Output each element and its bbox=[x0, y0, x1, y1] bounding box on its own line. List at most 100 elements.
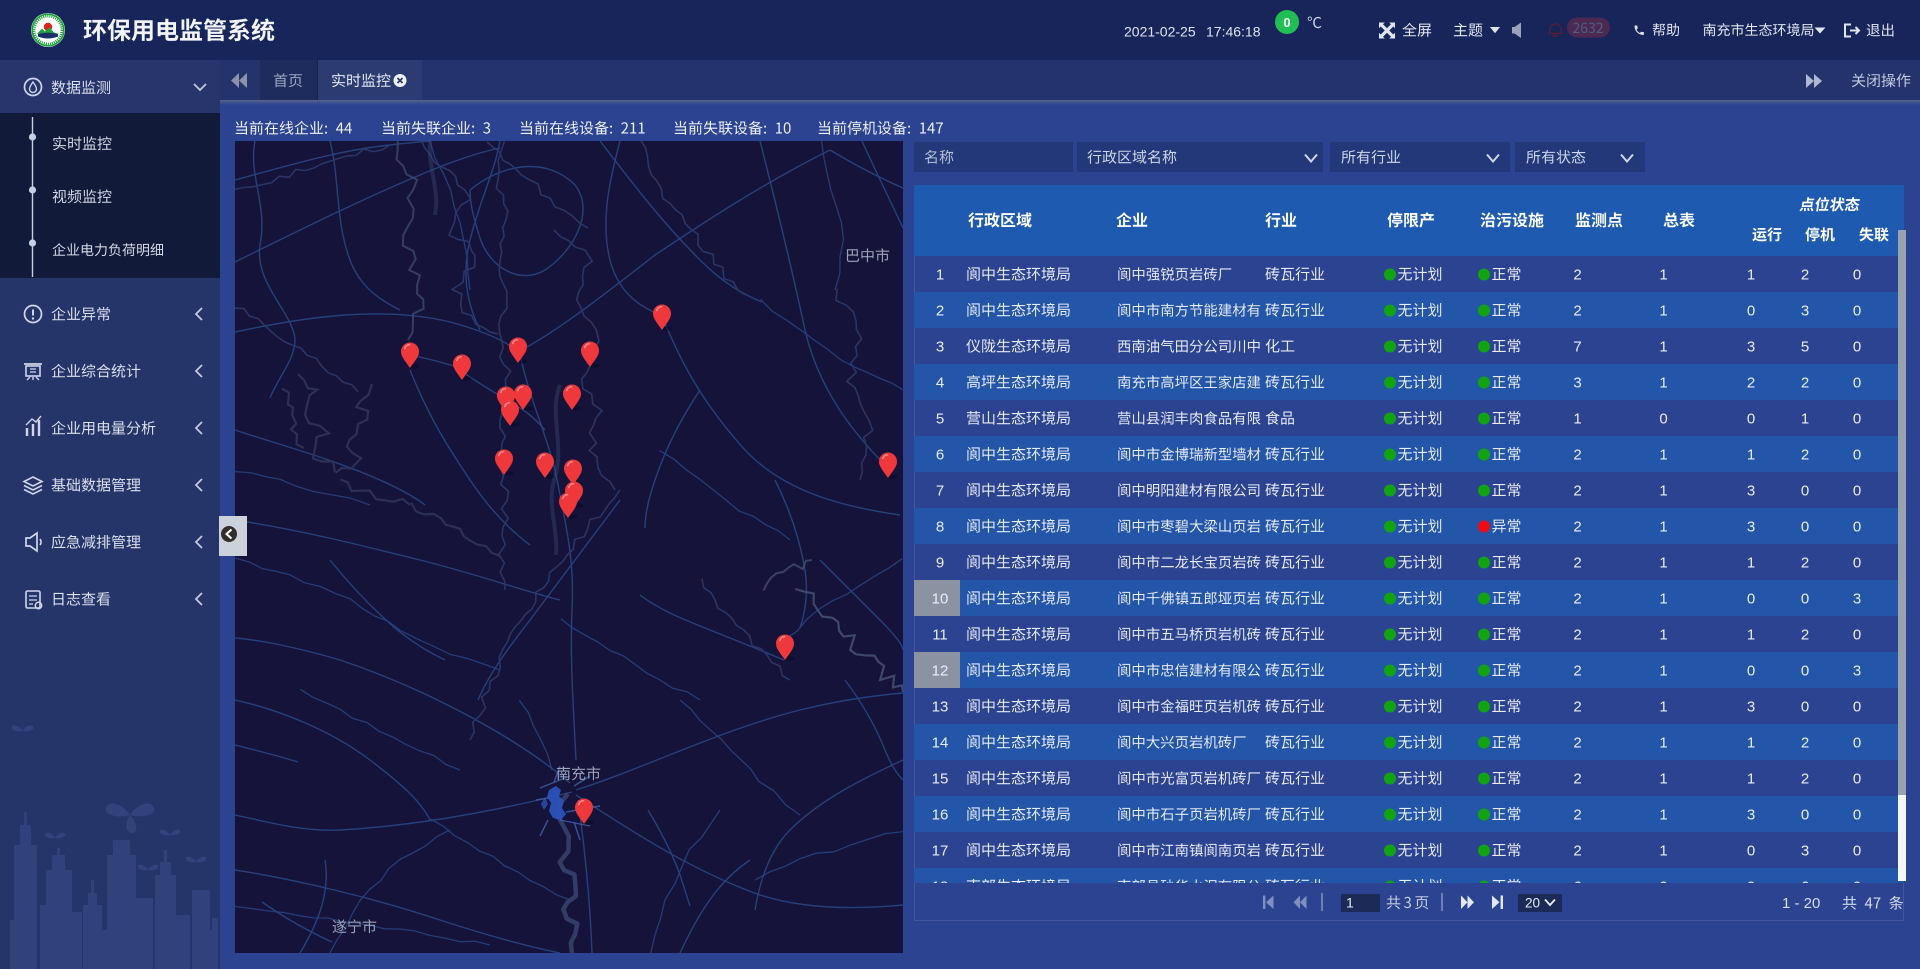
svg-text:2: 2 bbox=[1573, 807, 1581, 824]
svg-text:0: 0 bbox=[1801, 699, 1809, 716]
svg-text:6: 6 bbox=[1801, 879, 1809, 896]
svg-text:0: 0 bbox=[1283, 15, 1290, 30]
svg-text:3: 3 bbox=[1801, 843, 1809, 860]
svg-text:0: 0 bbox=[1747, 303, 1755, 320]
svg-text:2: 2 bbox=[1573, 699, 1581, 716]
svg-text:0: 0 bbox=[1853, 519, 1861, 536]
svg-text:7: 7 bbox=[1573, 339, 1581, 356]
svg-text:10: 10 bbox=[932, 591, 949, 608]
svg-text:3: 3 bbox=[1747, 699, 1755, 716]
svg-text:0: 0 bbox=[1801, 663, 1809, 680]
svg-text:0: 0 bbox=[1659, 411, 1667, 428]
svg-text:2: 2 bbox=[1747, 375, 1755, 392]
svg-text:2: 2 bbox=[1801, 267, 1809, 284]
svg-text:0: 0 bbox=[1747, 591, 1755, 608]
svg-text:1: 1 bbox=[1659, 375, 1667, 392]
svg-text:2: 2 bbox=[1573, 267, 1581, 284]
svg-text:1: 1 bbox=[1659, 663, 1667, 680]
svg-text:0: 0 bbox=[1747, 843, 1755, 860]
svg-text:3: 3 bbox=[1747, 519, 1755, 536]
svg-text:6: 6 bbox=[1573, 879, 1581, 896]
svg-text:2: 2 bbox=[1573, 591, 1581, 608]
svg-text:2: 2 bbox=[1573, 519, 1581, 536]
svg-text:0: 0 bbox=[1853, 267, 1861, 284]
svg-text:1: 1 bbox=[1747, 771, 1755, 788]
svg-text:1: 1 bbox=[1801, 411, 1809, 428]
svg-text:17: 17 bbox=[932, 843, 949, 860]
svg-text:1: 1 bbox=[1659, 483, 1667, 500]
svg-text:0: 0 bbox=[1853, 807, 1861, 824]
svg-text:3: 3 bbox=[1747, 807, 1755, 824]
svg-text:1: 1 bbox=[1346, 895, 1354, 911]
svg-text:0: 0 bbox=[1853, 699, 1861, 716]
svg-text:0: 0 bbox=[1659, 879, 1667, 896]
svg-text:0: 0 bbox=[1853, 555, 1861, 572]
svg-text:5: 5 bbox=[1801, 339, 1809, 356]
svg-text:1: 1 bbox=[1659, 843, 1667, 860]
svg-text:1: 1 bbox=[1659, 771, 1667, 788]
svg-text:3: 3 bbox=[1747, 483, 1755, 500]
svg-text:1: 1 bbox=[1747, 627, 1755, 644]
svg-text:2: 2 bbox=[1801, 555, 1809, 572]
svg-text:3: 3 bbox=[936, 339, 944, 356]
svg-text:3: 3 bbox=[1573, 375, 1581, 392]
svg-text:2: 2 bbox=[1573, 771, 1581, 788]
svg-text:6: 6 bbox=[936, 447, 944, 464]
svg-text:12: 12 bbox=[932, 663, 949, 680]
svg-text:0: 0 bbox=[1801, 483, 1809, 500]
svg-text:7: 7 bbox=[936, 483, 944, 500]
svg-text:0: 0 bbox=[1801, 591, 1809, 608]
svg-text:2: 2 bbox=[1573, 555, 1581, 572]
svg-text:1: 1 bbox=[1747, 267, 1755, 284]
svg-text:1: 1 bbox=[1747, 555, 1755, 572]
svg-text:3: 3 bbox=[1853, 663, 1861, 680]
svg-text:0: 0 bbox=[1801, 519, 1809, 536]
svg-text:1: 1 bbox=[1659, 519, 1667, 536]
svg-text:2: 2 bbox=[1801, 375, 1809, 392]
svg-text:2: 2 bbox=[1573, 663, 1581, 680]
svg-text:0: 0 bbox=[1853, 627, 1861, 644]
svg-text:0: 0 bbox=[1747, 411, 1755, 428]
svg-text:8: 8 bbox=[936, 519, 944, 536]
svg-text:0: 0 bbox=[1853, 843, 1861, 860]
svg-text:0: 0 bbox=[1747, 879, 1755, 896]
svg-text:0: 0 bbox=[1853, 339, 1861, 356]
svg-text:2: 2 bbox=[936, 303, 944, 320]
svg-text:11: 11 bbox=[932, 627, 948, 644]
svg-text:0: 0 bbox=[1853, 447, 1861, 464]
svg-text:1: 1 bbox=[1659, 591, 1667, 608]
svg-text:0: 0 bbox=[1853, 303, 1861, 320]
svg-text:2: 2 bbox=[1573, 735, 1581, 752]
svg-text:1: 1 bbox=[936, 267, 944, 284]
svg-text:0: 0 bbox=[1853, 411, 1861, 428]
svg-text:1: 1 bbox=[1659, 303, 1667, 320]
svg-text:2: 2 bbox=[1801, 735, 1809, 752]
svg-text:2: 2 bbox=[1573, 447, 1581, 464]
svg-text:0: 0 bbox=[1853, 735, 1861, 752]
svg-text:2: 2 bbox=[1573, 627, 1581, 644]
svg-text:16: 16 bbox=[932, 807, 949, 824]
svg-text:1: 1 bbox=[1659, 555, 1667, 572]
svg-text:1: 1 bbox=[1659, 627, 1667, 644]
svg-text:1: 1 bbox=[1659, 339, 1667, 356]
svg-text:2: 2 bbox=[1801, 771, 1809, 788]
svg-text:1: 1 bbox=[1659, 699, 1667, 716]
svg-text:5: 5 bbox=[936, 411, 944, 428]
svg-text:18: 18 bbox=[932, 879, 949, 896]
svg-text:1: 1 bbox=[1659, 735, 1667, 752]
svg-text:2: 2 bbox=[1573, 483, 1581, 500]
svg-text:1: 1 bbox=[1659, 447, 1667, 464]
svg-text:0: 0 bbox=[1747, 663, 1755, 680]
svg-text:9: 9 bbox=[936, 555, 944, 572]
svg-text:1: 1 bbox=[1659, 267, 1667, 284]
svg-text:13: 13 bbox=[932, 699, 949, 716]
svg-text:2: 2 bbox=[1801, 627, 1809, 644]
svg-text:2: 2 bbox=[1801, 447, 1809, 464]
svg-text:3: 3 bbox=[1747, 339, 1755, 356]
svg-text:2: 2 bbox=[1573, 843, 1581, 860]
svg-text:15: 15 bbox=[932, 771, 949, 788]
svg-text:3: 3 bbox=[1801, 303, 1809, 320]
svg-text:17:46:18: 17:46:18 bbox=[1206, 24, 1261, 40]
svg-text:0: 0 bbox=[1853, 879, 1861, 896]
svg-text:3: 3 bbox=[1853, 591, 1861, 608]
